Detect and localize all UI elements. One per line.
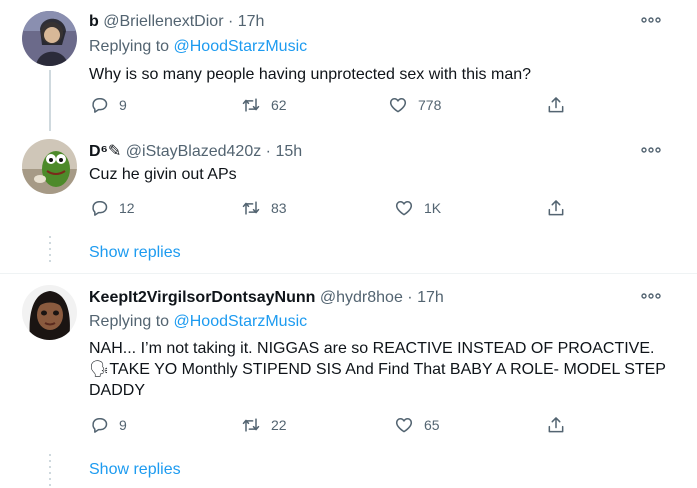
more-replies-line: [49, 236, 51, 266]
tweet-header: KeepIt2VirgilsorDontsayNunn @hydr8hoe · …: [89, 288, 444, 308]
thread-line: [49, 70, 51, 131]
more-replies-line: [49, 454, 51, 488]
reply-icon: [92, 98, 108, 113]
tweet-actions: 12 83 1K: [89, 197, 589, 219]
like-button[interactable]: 1K: [394, 197, 441, 219]
timestamp[interactable]: 17h: [238, 13, 265, 30]
share-icon: [548, 200, 564, 216]
mention-link[interactable]: @HoodStarzMusic: [174, 38, 308, 55]
replying-prefix: Replying to: [89, 313, 170, 330]
timestamp[interactable]: 15h: [275, 143, 302, 160]
like-button[interactable]: 65: [394, 414, 440, 436]
share-button[interactable]: [546, 197, 576, 219]
reply-count: 9: [119, 417, 127, 433]
like-count: 65: [424, 417, 440, 433]
like-button[interactable]: 778: [388, 94, 441, 116]
share-icon: [548, 97, 564, 113]
reply-button[interactable]: 12: [89, 197, 135, 219]
reply-icon: [92, 418, 108, 433]
retweet-count: 22: [271, 417, 287, 433]
retweet-count: 62: [271, 97, 287, 113]
tweet-text: Why is so many people having unprotected…: [89, 66, 532, 83]
tweet-text-line: DADDY: [89, 382, 146, 399]
tweet-actions: 9 22 65: [89, 414, 589, 436]
separator: ·: [227, 13, 234, 30]
heart-icon: [389, 98, 407, 113]
share-icon: [548, 417, 564, 433]
like-count: 778: [418, 97, 442, 113]
tweet-text: Cuz he givin out APs: [89, 166, 237, 183]
separator: ·: [407, 289, 413, 306]
show-replies-link[interactable]: Show replies: [89, 243, 181, 263]
show-replies-link[interactable]: Show replies: [89, 460, 181, 480]
user-handle[interactable]: @iStayBlazed420z: [126, 143, 261, 160]
share-button[interactable]: [546, 94, 576, 116]
user-handle[interactable]: @hydr8hoe: [320, 289, 403, 306]
tweet-text-line: 🗣TAKE YO Monthly STIPEND SIS And Find Th…: [89, 361, 666, 378]
reply-button[interactable]: 9: [89, 94, 127, 116]
retweet-icon: [242, 201, 260, 215]
tweet-1[interactable]: b @BriellenextDior · 17h Replying to @Ho…: [0, 0, 697, 131]
reply-icon: [92, 201, 108, 216]
separator: ·: [265, 143, 271, 160]
retweet-button[interactable]: 62: [241, 94, 287, 116]
retweet-icon: [242, 418, 260, 432]
retweet-button[interactable]: 83: [241, 197, 287, 219]
tweet-actions: 9 62 778: [89, 94, 589, 116]
replying-prefix: Replying to: [89, 38, 170, 55]
display-name[interactable]: b: [89, 13, 99, 30]
tweet-text-line: NAH... I’m not taking it. NIGGAS are so …: [89, 340, 655, 357]
reply-button[interactable]: 9: [89, 414, 127, 436]
like-count: 1K: [424, 200, 442, 216]
avatar[interactable]: [22, 139, 77, 194]
reply-count: 9: [119, 97, 127, 113]
share-button[interactable]: [546, 414, 576, 436]
heart-icon: [395, 418, 413, 433]
retweet-button[interactable]: 22: [241, 414, 287, 436]
retweet-count: 83: [271, 200, 287, 216]
more-icon[interactable]: [641, 146, 661, 156]
retweet-icon: [242, 98, 260, 112]
display-name[interactable]: KeepIt2VirgilsorDontsayNunn: [89, 289, 315, 306]
avatar[interactable]: [22, 285, 77, 340]
tweet-header: b @BriellenextDior · 17h: [89, 12, 264, 32]
display-name[interactable]: D⁶✎: [89, 143, 121, 160]
replying-to: Replying to @HoodStarzMusic: [89, 37, 307, 57]
more-icon[interactable]: [641, 292, 661, 302]
user-handle[interactable]: @BriellenextDior: [103, 13, 223, 30]
timestamp[interactable]: 17h: [417, 289, 444, 306]
more-icon[interactable]: [641, 16, 661, 26]
heart-icon: [395, 201, 413, 216]
reply-count: 12: [119, 200, 135, 216]
tweet-2[interactable]: D⁶✎ @iStayBlazed420z · 15h Cuz he givin …: [0, 131, 697, 273]
avatar[interactable]: [22, 11, 77, 66]
replying-to: Replying to @HoodStarzMusic: [89, 312, 307, 332]
tweet-header: D⁶✎ @iStayBlazed420z · 15h: [89, 142, 302, 162]
tweet-text: NAH... I’m not taking it. NIGGAS are so …: [89, 338, 669, 401]
tweet-3[interactable]: KeepIt2VirgilsorDontsayNunn @hydr8hoe · …: [0, 274, 697, 488]
mention-link[interactable]: @HoodStarzMusic: [174, 313, 308, 330]
